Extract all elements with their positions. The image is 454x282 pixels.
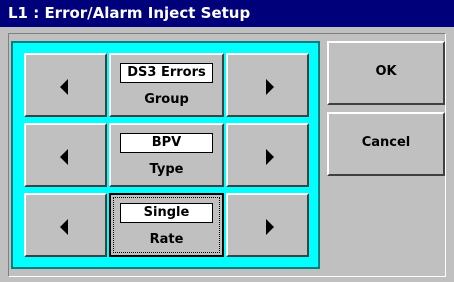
triangle-left-icon (60, 149, 68, 165)
rate-selector-button[interactable]: Single Rate (109, 193, 224, 257)
group-row: DS3 Errors Group (24, 53, 309, 117)
title-bar: L1 : Error/Alarm Inject Setup (0, 0, 454, 27)
type-selector-button[interactable]: BPV Type (109, 123, 224, 187)
triangle-right-icon (266, 149, 274, 165)
triangle-right-icon (266, 79, 274, 95)
rate-next-button[interactable] (226, 193, 309, 257)
type-row: BPV Type (24, 123, 309, 187)
settings-panel: DS3 Errors Group BPV Type Single Rate (11, 41, 320, 269)
rate-prev-button[interactable] (24, 193, 107, 257)
triangle-right-icon (266, 219, 274, 235)
type-prev-button[interactable] (24, 123, 107, 187)
type-next-button[interactable] (226, 123, 309, 187)
ok-button[interactable]: OK (327, 41, 445, 105)
rate-row: Single Rate (24, 193, 309, 257)
group-selector-button[interactable]: DS3 Errors Group (109, 53, 224, 117)
type-value: BPV (120, 133, 213, 153)
rate-value: Single (120, 203, 213, 223)
group-value: DS3 Errors (120, 63, 213, 83)
triangle-left-icon (60, 79, 68, 95)
window-title: L1 : Error/Alarm Inject Setup (8, 4, 251, 22)
triangle-left-icon (60, 219, 68, 235)
cancel-button[interactable]: Cancel (327, 112, 445, 176)
group-label: Group (144, 92, 189, 107)
group-prev-button[interactable] (24, 53, 107, 117)
dialog-window: L1 : Error/Alarm Inject Setup DS3 Errors… (0, 0, 454, 282)
group-next-button[interactable] (226, 53, 309, 117)
type-label: Type (149, 162, 184, 177)
rate-label: Rate (149, 232, 184, 247)
